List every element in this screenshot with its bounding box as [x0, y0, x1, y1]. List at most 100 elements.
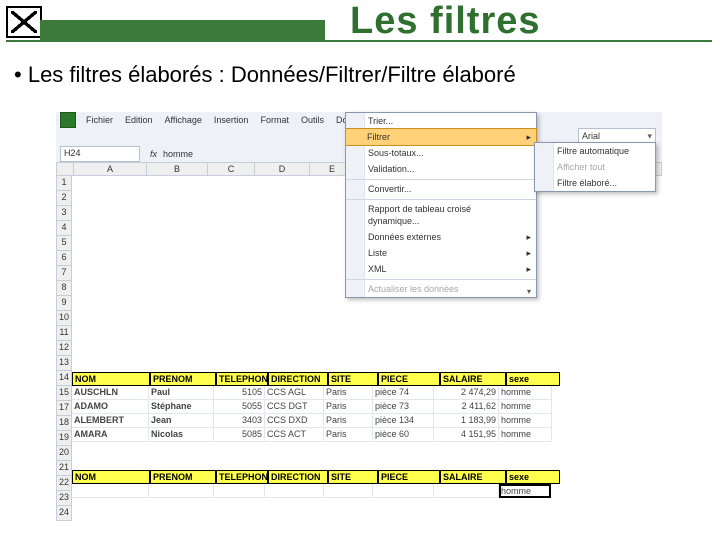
cell-tel[interactable]: 3403 [214, 414, 265, 428]
rowhdr[interactable]: 2 [56, 191, 72, 206]
cell-sex[interactable]: homme [499, 414, 552, 428]
rowhdr[interactable]: 20 [56, 446, 72, 461]
menu-item-filtrer[interactable]: Filtrer ▸ [345, 128, 537, 146]
active-cell-h24[interactable]: homme [499, 484, 551, 498]
menu-outils[interactable]: Outils [295, 115, 330, 125]
cell-prenom[interactable]: Nicolas [149, 428, 214, 442]
rowhdr[interactable]: 13 [56, 356, 72, 371]
hdr-nom: NOM [72, 372, 150, 386]
rowhdr[interactable]: 18 [56, 416, 72, 431]
colhdr-d[interactable]: D [255, 162, 310, 176]
cell-dir[interactable]: CCS DXD [265, 414, 324, 428]
cell-site[interactable]: Paris [324, 386, 373, 400]
cell-sex[interactable]: homme [499, 386, 552, 400]
cell-site[interactable]: Paris [324, 414, 373, 428]
cell-piece[interactable]: pièce 134 [373, 414, 434, 428]
menu-item-rapport-tcd[interactable]: Rapport de tableau croisé dynamique... [346, 199, 536, 229]
cell-tel[interactable]: 5055 [214, 400, 265, 414]
cell-site[interactable]: Paris [324, 428, 373, 442]
rowhdr[interactable]: 9 [56, 296, 72, 311]
cell-piece[interactable]: pièce 74 [373, 386, 434, 400]
cell-site[interactable]: Paris [324, 400, 373, 414]
menu-item-trier[interactable]: Trier... [346, 113, 536, 129]
cell-dir[interactable]: CCS DGT [265, 400, 324, 414]
header-bar [40, 20, 325, 40]
cell-sal[interactable]: 4 151,95 [434, 428, 499, 442]
menu-item-label: Filtrer [367, 132, 390, 142]
cell-nom[interactable]: AUSCHLN [72, 386, 149, 400]
cell[interactable] [149, 484, 214, 498]
menu-item-donnees-externes[interactable]: Données externes▸ [346, 229, 536, 245]
rowhdr[interactable]: 22 [56, 476, 72, 491]
menu-edition[interactable]: Edition [119, 115, 159, 125]
rowhdr[interactable]: 1 [56, 176, 72, 191]
rowhdr[interactable]: 14 [56, 371, 72, 386]
menu-fichier[interactable]: Fichier [80, 115, 119, 125]
crit-site: SITE [328, 470, 378, 484]
menu-item-sous-totaux[interactable]: Sous-totaux... [346, 145, 536, 161]
submenu-item-filtre-elabore[interactable]: Filtre élaboré... [535, 175, 655, 191]
menu-insertion[interactable]: Insertion [208, 115, 255, 125]
cell[interactable] [324, 484, 373, 498]
rowhdr[interactable]: 15 [56, 386, 72, 401]
rowhdr[interactable]: 11 [56, 326, 72, 341]
menu-item-convertir[interactable]: Convertir... [346, 179, 536, 197]
colhdr-a[interactable]: A [74, 162, 147, 176]
cell[interactable] [214, 484, 265, 498]
table-row: ALEMBERT Jean 3403 CCS DXD Paris pièce 1… [72, 414, 662, 428]
submenu-item-filtre-auto[interactable]: Filtre automatique [535, 143, 655, 159]
rowhdr[interactable]: 23 [56, 491, 72, 506]
rowhdr[interactable]: 5 [56, 236, 72, 251]
cell-sal[interactable]: 2 474,29 [434, 386, 499, 400]
menu-item-validation[interactable]: Validation... [346, 161, 536, 177]
rowhdr[interactable]: 6 [56, 251, 72, 266]
cell-sex[interactable]: homme [499, 428, 552, 442]
colhdr-c[interactable]: C [208, 162, 255, 176]
hdr-direction: DIRECTION [268, 372, 328, 386]
colhdr-b[interactable]: B [147, 162, 208, 176]
cell[interactable] [434, 484, 499, 498]
rowhdr[interactable]: 7 [56, 266, 72, 281]
cell-prenom[interactable]: Stéphane [149, 400, 214, 414]
rowhdr[interactable]: 4 [56, 221, 72, 236]
slide-bullet-text: Les filtres élaborés : Données/Filtrer/F… [28, 62, 516, 87]
rowhdr[interactable]: 24 [56, 506, 72, 521]
menu-item-liste[interactable]: Liste▸ [346, 245, 536, 261]
cell-sal[interactable]: 2 411,62 [434, 400, 499, 414]
cell[interactable] [72, 484, 149, 498]
cell-dir[interactable]: CCS AGL [265, 386, 324, 400]
menu-item-actualiser[interactable]: Actualiser les données▾ [346, 279, 536, 297]
cell-nom[interactable]: AMARA [72, 428, 149, 442]
menu-item-xml[interactable]: XML▸ [346, 261, 536, 277]
rowhdr[interactable]: 3 [56, 206, 72, 221]
cell-tel[interactable]: 5085 [214, 428, 265, 442]
cell-tel[interactable]: 5105 [214, 386, 265, 400]
row-headers: 1 2 3 4 5 6 7 8 9 10 11 12 13 14 15 17 1… [56, 176, 72, 521]
cell[interactable] [373, 484, 434, 498]
rowhdr[interactable]: 8 [56, 281, 72, 296]
rowhdr[interactable]: 17 [56, 401, 72, 416]
rowhdr[interactable]: 10 [56, 311, 72, 326]
rowhdr[interactable]: 19 [56, 431, 72, 446]
rowhdr[interactable]: 12 [56, 341, 72, 356]
menu-affichage[interactable]: Affichage [159, 115, 208, 125]
rowhdr[interactable]: 21 [56, 461, 72, 476]
hdr-telephone: TELEPHONE [216, 372, 268, 386]
cell-piece[interactable]: pièce 60 [373, 428, 434, 442]
cell-nom[interactable]: ADAMO [72, 400, 149, 414]
fx-value[interactable]: homme [163, 149, 193, 159]
crit-nom: NOM [72, 470, 150, 484]
select-all-corner[interactable] [56, 162, 74, 176]
menu-format[interactable]: Format [254, 115, 295, 125]
cell-dir[interactable]: CCS ACT [265, 428, 324, 442]
submenu-item-afficher-tout[interactable]: Afficher tout [535, 159, 655, 175]
submenu-arrow-icon: ▸ [526, 131, 531, 143]
cell-sal[interactable]: 1 183,99 [434, 414, 499, 428]
name-box[interactable]: H24 [60, 146, 140, 162]
cell-prenom[interactable]: Jean [149, 414, 214, 428]
cell[interactable] [265, 484, 324, 498]
cell-sex[interactable]: homme [499, 400, 552, 414]
cell-piece[interactable]: pièce 73 [373, 400, 434, 414]
cell-prenom[interactable]: Paul [149, 386, 214, 400]
cell-nom[interactable]: ALEMBERT [72, 414, 149, 428]
